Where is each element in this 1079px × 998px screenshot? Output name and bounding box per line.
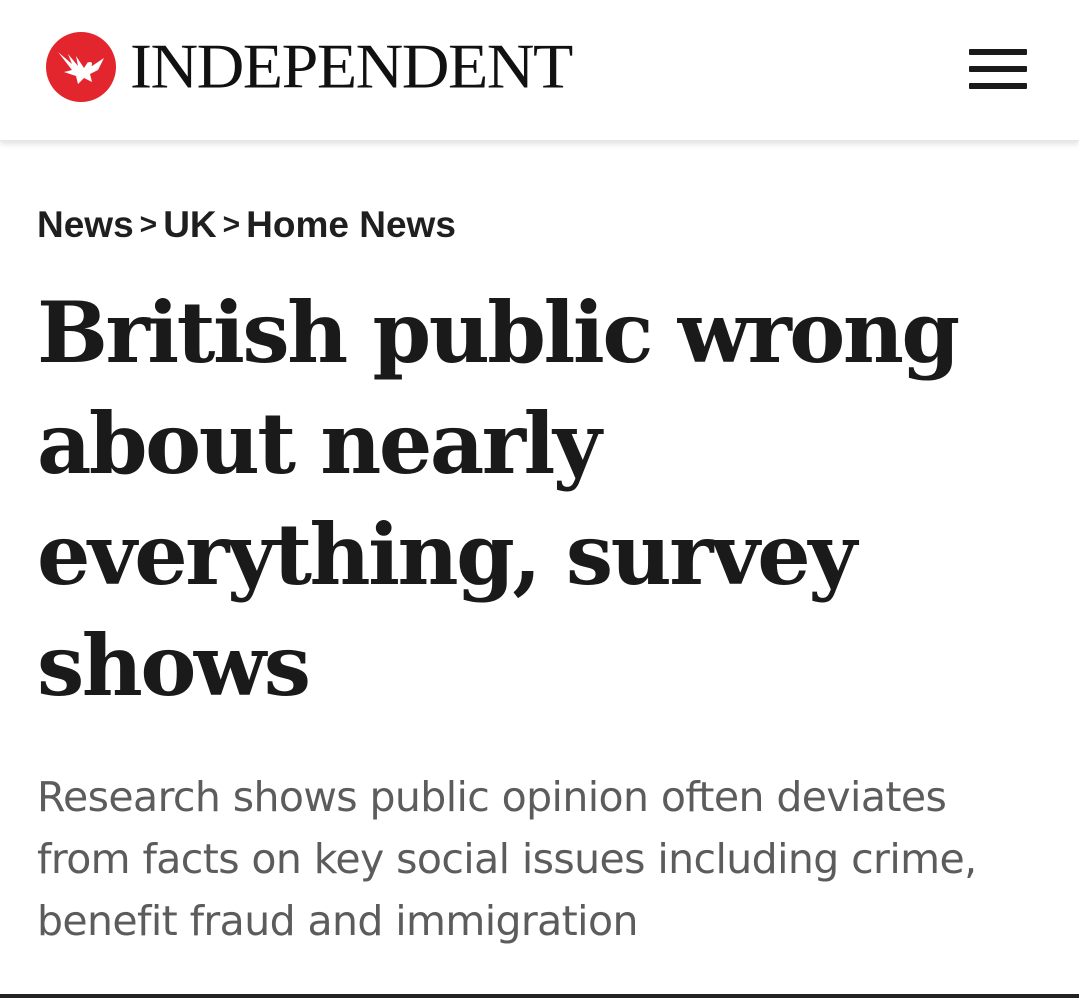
breadcrumb-home-news[interactable]: Home News [246, 204, 456, 245]
logo-wordmark: INDEPENDENT [130, 31, 573, 102]
breadcrumb-uk[interactable]: UK [163, 204, 216, 245]
breadcrumb-separator: > [222, 208, 241, 241]
site-header: INDEPENDENT [0, 0, 1079, 141]
article-standfirst: Research shows public opinion often devi… [37, 773, 977, 945]
article-headline: British public wrong about nearly everyt… [37, 283, 960, 715]
divider [0, 994, 1079, 998]
site-logo[interactable]: INDEPENDENT [46, 31, 573, 102]
breadcrumb-separator: > [139, 208, 158, 241]
hamburger-menu-icon [969, 49, 1027, 55]
menu-button[interactable] [969, 49, 1027, 89]
eagle-icon [46, 32, 116, 102]
breadcrumb-news[interactable]: News [37, 204, 134, 245]
breadcrumb: News > UK > Home News [37, 203, 456, 250]
